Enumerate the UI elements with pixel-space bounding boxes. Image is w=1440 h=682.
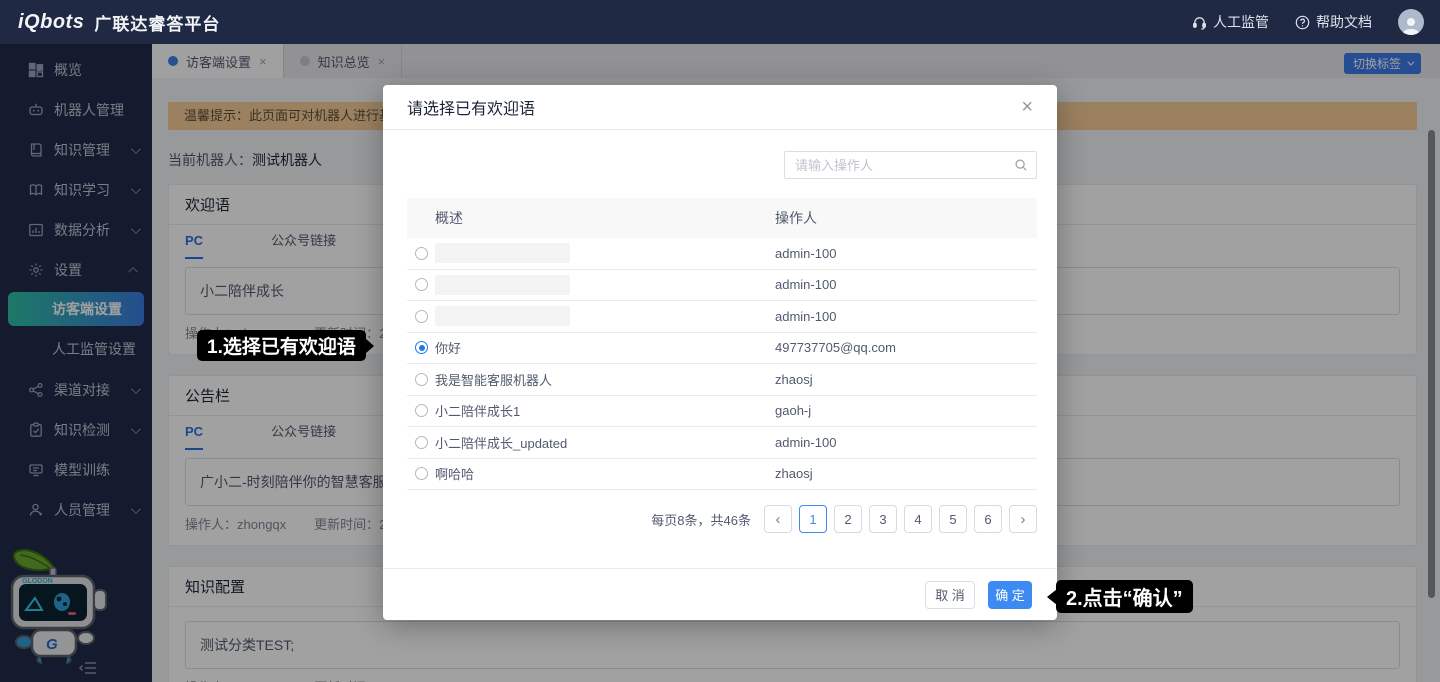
next-page-button[interactable]: ›: [1009, 505, 1037, 533]
modal-title: 请选择已有欢迎语: [407, 95, 535, 119]
table-row[interactable]: 啊哈哈 zhaosj: [407, 459, 1037, 491]
user-avatar[interactable]: [1398, 9, 1424, 35]
select-welcome-modal: 请选择已有欢迎语 × 概述 操作人 admin-100 ad: [383, 85, 1057, 620]
search-icon: [1014, 158, 1028, 172]
table-row[interactable]: admin-100: [407, 301, 1037, 333]
redacted-content: [435, 275, 570, 295]
app-screen: iQbots 广联达睿答平台 人工监管 帮助文档 概览: [0, 0, 1440, 682]
radio-button[interactable]: [415, 467, 428, 480]
page-scrollbar[interactable]: [1428, 130, 1435, 598]
radio-button-selected[interactable]: [415, 341, 428, 354]
table-header-row: 概述 操作人: [407, 198, 1037, 238]
close-icon[interactable]: ×: [1021, 97, 1033, 117]
cancel-button[interactable]: 取 消: [925, 581, 975, 609]
redacted-content: [435, 306, 570, 326]
page-button-4[interactable]: 4: [904, 505, 932, 533]
operator-search-input[interactable]: [785, 158, 1014, 173]
radio-button[interactable]: [415, 404, 428, 417]
radio-button[interactable]: [415, 310, 428, 323]
welcome-message-table: 概述 操作人 admin-100 admin-100 admin-100 你好: [407, 198, 1037, 490]
confirm-button[interactable]: 确 定: [988, 581, 1032, 609]
column-header-operator: 操作人: [775, 208, 1037, 228]
pagination: 每页8条，共46条 ‹ 1 2 3 4 5 6 ›: [651, 505, 1037, 533]
logo-text: iQbots: [18, 11, 84, 34]
radio-button[interactable]: [415, 373, 428, 386]
manual-supervision-link[interactable]: 人工监管: [1192, 12, 1269, 32]
redacted-content: [435, 243, 570, 263]
page-button-1[interactable]: 1: [799, 505, 827, 533]
table-row[interactable]: admin-100: [407, 238, 1037, 270]
pagination-summary: 每页8条，共46条: [651, 510, 751, 529]
page-button-5[interactable]: 5: [939, 505, 967, 533]
annotation-step1: 1.选择已有欢迎语: [197, 330, 366, 361]
page-button-2[interactable]: 2: [834, 505, 862, 533]
radio-button[interactable]: [415, 278, 428, 291]
table-row-selected[interactable]: 你好 497737705@qq.com: [407, 333, 1037, 365]
top-header: iQbots 广联达睿答平台 人工监管 帮助文档: [0, 0, 1440, 44]
annotation-step2: 2.点击“确认”: [1056, 580, 1193, 613]
headset-icon: [1192, 15, 1207, 30]
operator-search-box: [784, 151, 1037, 179]
help-docs-link[interactable]: 帮助文档: [1295, 12, 1372, 32]
column-header-summary: 概述: [435, 208, 775, 228]
product-name: 广联达睿答平台: [94, 10, 220, 35]
radio-button[interactable]: [415, 247, 428, 260]
question-icon: [1295, 15, 1310, 30]
table-row[interactable]: 小二陪伴成长_updated admin-100: [407, 427, 1037, 459]
table-row[interactable]: 我是智能客服机器人 zhaosj: [407, 364, 1037, 396]
brand-logo: iQbots 广联达睿答平台: [0, 10, 220, 35]
page-button-3[interactable]: 3: [869, 505, 897, 533]
page-button-6[interactable]: 6: [974, 505, 1002, 533]
table-row[interactable]: admin-100: [407, 270, 1037, 302]
table-row[interactable]: 小二陪伴成长1 gaoh-j: [407, 396, 1037, 428]
radio-button[interactable]: [415, 436, 428, 449]
prev-page-button[interactable]: ‹: [764, 505, 792, 533]
